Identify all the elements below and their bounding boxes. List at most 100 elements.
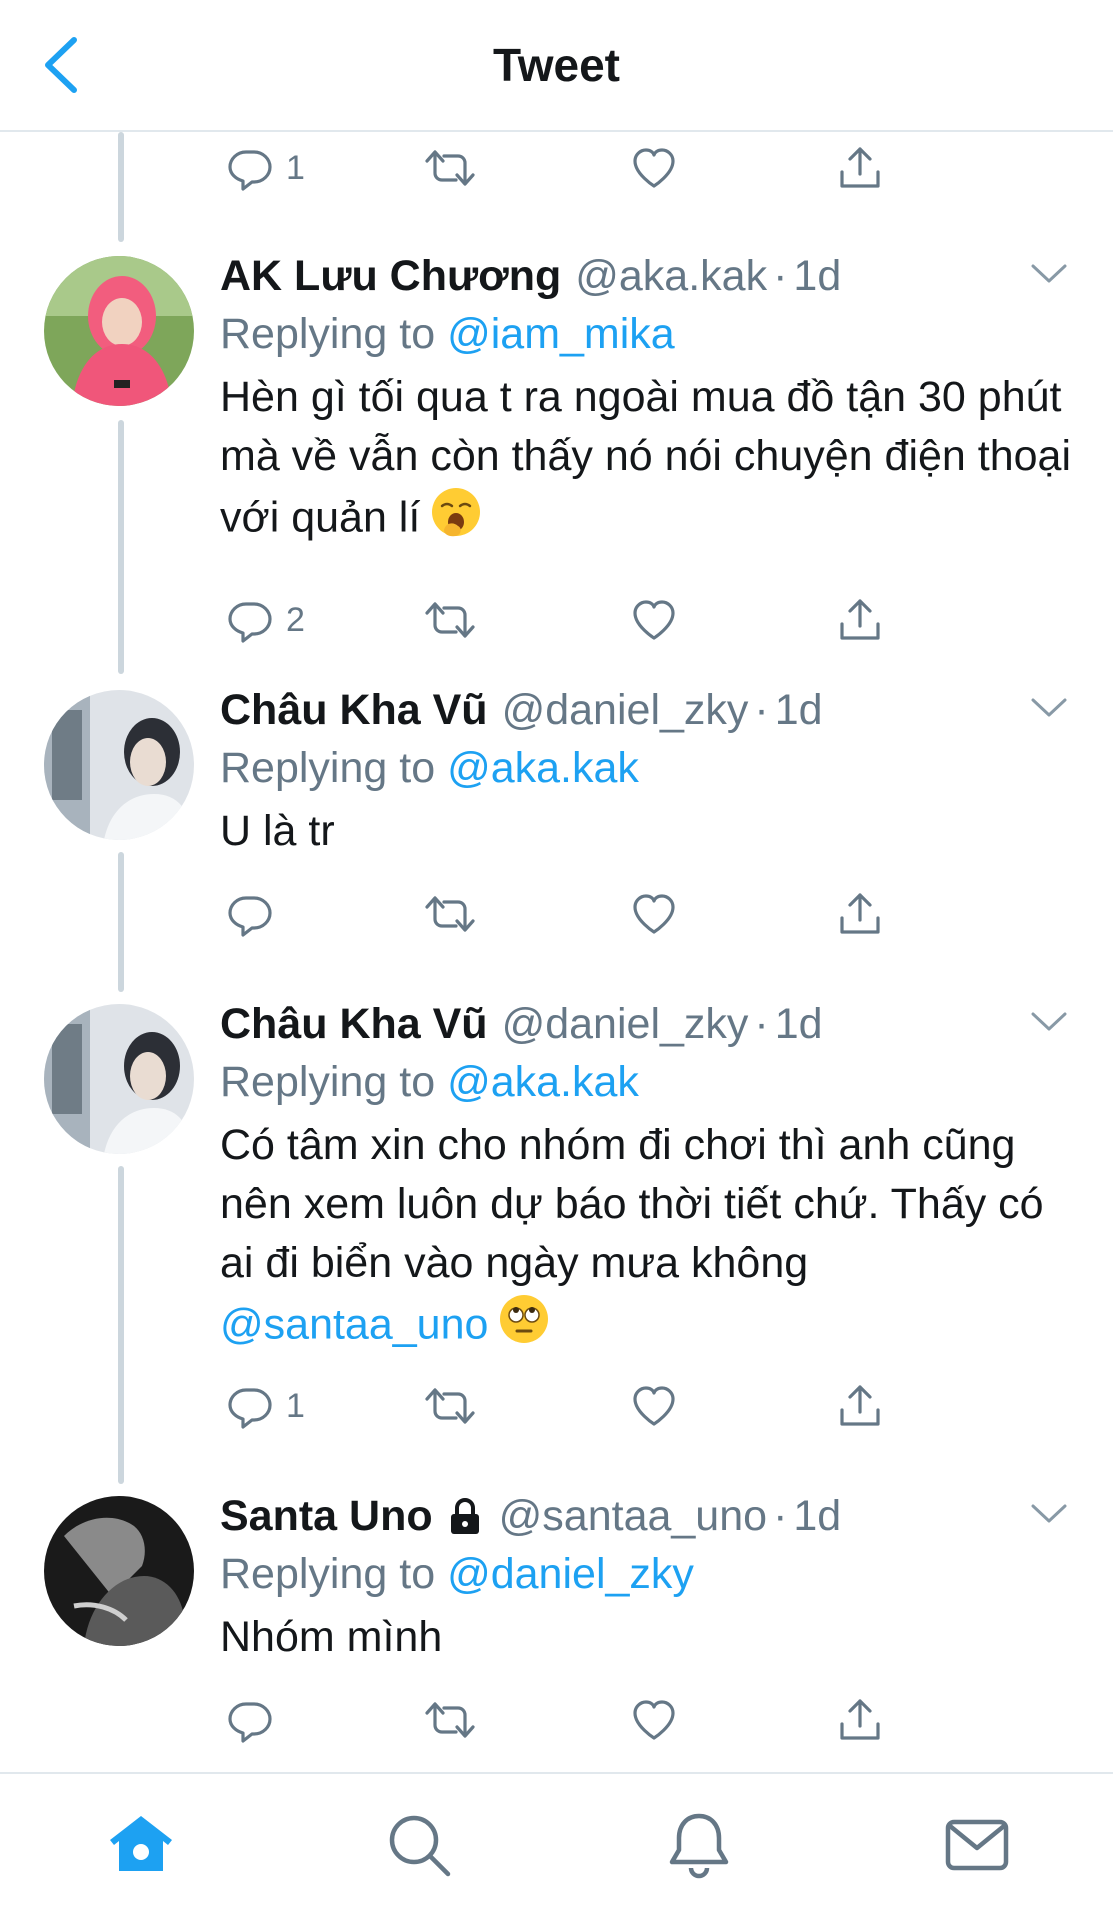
avatar-image: [44, 1496, 194, 1646]
display-name[interactable]: Châu Kha Vũ: [220, 686, 488, 735]
share-button[interactable]: [836, 590, 884, 650]
heart-icon: [630, 1382, 678, 1430]
like-button[interactable]: [630, 884, 678, 944]
like-button[interactable]: [630, 138, 678, 198]
home-icon: [110, 1816, 172, 1871]
share-button[interactable]: [836, 1376, 884, 1436]
avatar[interactable]: [44, 1496, 194, 1646]
retweet-button[interactable]: [422, 590, 478, 650]
timestamp: 1d: [774, 686, 823, 734]
share-button[interactable]: [836, 138, 884, 198]
share-icon: [836, 144, 884, 192]
avatar-image: [44, 256, 194, 406]
separator-dot: ·: [773, 1492, 788, 1540]
user-handle[interactable]: @aka.kak: [575, 252, 767, 301]
user-handle[interactable]: @daniel_zky: [502, 1000, 749, 1049]
chevron-down-icon[interactable]: [1029, 1010, 1069, 1034]
tweet-actions: [226, 1690, 926, 1750]
retweet-icon: [422, 1382, 478, 1430]
retweet-button[interactable]: [422, 884, 478, 944]
reply-button[interactable]: 1: [226, 1376, 305, 1436]
tweet-actions: 2: [226, 590, 926, 650]
avatar[interactable]: [44, 1004, 194, 1154]
bottom-tab-bar: [0, 1772, 1113, 1922]
face-with-rolling-eyes-emoji: [498, 1293, 550, 1361]
tweet-text: Hèn gì tối qua t ra ngoài mua đồ tận 30 …: [220, 368, 1073, 554]
tweet-header: Châu Kha Vũ @daniel_zky · 1d: [220, 686, 1053, 744]
thread-line: [118, 420, 124, 674]
thread-line: [118, 1166, 124, 1484]
reply-button[interactable]: 2: [226, 590, 305, 650]
share-button[interactable]: [836, 884, 884, 944]
page-title: Tweet: [493, 39, 620, 91]
reply-button[interactable]: [226, 1690, 286, 1750]
replying-to-mention[interactable]: @iam_mika: [447, 310, 675, 358]
share-icon: [836, 1696, 884, 1744]
lock-icon: [445, 1496, 485, 1547]
retweet-icon: [422, 596, 478, 644]
display-name[interactable]: Santa Uno: [220, 1492, 433, 1541]
retweet-button[interactable]: [422, 1376, 478, 1436]
tweet-header: Santa Uno @santaa_uno · 1d: [220, 1492, 1053, 1550]
tweet-actions: 1: [226, 138, 926, 198]
tweet-text-content: Hèn gì tối qua t ra ngoài mua đồ tận 30 …: [220, 373, 1072, 542]
reply-count: 1: [286, 148, 305, 187]
chevron-down-icon[interactable]: [1029, 1502, 1069, 1526]
replying-to-mention[interactable]: @aka.kak: [447, 744, 639, 792]
replying-to: Replying to @daniel_zky: [220, 1550, 694, 1599]
retweet-button[interactable]: [422, 1690, 478, 1750]
chevron-down-icon[interactable]: [1029, 262, 1069, 286]
separator-dot: ·: [754, 686, 769, 734]
heart-icon: [630, 890, 678, 938]
timestamp: 1d: [774, 1000, 823, 1048]
share-icon: [836, 596, 884, 644]
reply-button[interactable]: 1: [226, 138, 305, 198]
retweet-icon: [422, 1696, 478, 1744]
user-handle[interactable]: @daniel_zky: [502, 686, 749, 735]
like-button[interactable]: [630, 590, 678, 650]
reply-icon: [226, 1382, 274, 1430]
heart-icon: [630, 144, 678, 192]
tweet-actions: [226, 884, 926, 944]
avatar[interactable]: [44, 256, 194, 406]
reply-button[interactable]: [226, 884, 286, 944]
share-button[interactable]: [836, 1690, 884, 1750]
tab-messages[interactable]: [942, 1810, 1012, 1880]
reply-count: 1: [286, 1386, 305, 1425]
heart-icon: [630, 1696, 678, 1744]
replying-to-mention[interactable]: @aka.kak: [447, 1058, 639, 1106]
replying-to-label: Replying to: [220, 310, 448, 358]
tweet-mention[interactable]: @santaa_uno: [220, 1300, 488, 1348]
avatar[interactable]: [44, 690, 194, 840]
replying-to: Replying to @aka.kak: [220, 1058, 639, 1107]
tweet-text: Có tâm xin cho nhóm đi chơi thì anh cũng…: [220, 1116, 1073, 1361]
tweet-text-content: Nhóm mình: [220, 1613, 443, 1661]
replying-to-mention[interactable]: @daniel_zky: [447, 1550, 694, 1598]
display-name[interactable]: Châu Kha Vũ: [220, 1000, 488, 1049]
tweet-header: AK Lưu Chương @aka.kak · 1d: [220, 252, 1053, 310]
replying-to: Replying to @aka.kak: [220, 744, 639, 793]
reply-icon: [226, 1696, 274, 1744]
tab-home[interactable]: [106, 1810, 176, 1880]
thread-line: [118, 852, 124, 992]
replying-to-label: Replying to: [220, 1058, 448, 1106]
reply-count: 2: [286, 600, 305, 639]
tweet-text-content: U là tr: [220, 807, 335, 855]
replying-to: Replying to @iam_mika: [220, 310, 675, 359]
tab-search[interactable]: [384, 1810, 454, 1880]
search-icon: [389, 1815, 451, 1877]
timestamp: 1d: [793, 1492, 842, 1540]
user-handle[interactable]: @santaa_uno: [499, 1492, 767, 1541]
display-name[interactable]: AK Lưu Chương: [220, 252, 561, 301]
tweet-text: Nhóm mình: [220, 1608, 1073, 1667]
notifications-icon: [669, 1813, 729, 1879]
chevron-down-icon[interactable]: [1029, 696, 1069, 720]
retweet-button[interactable]: [422, 138, 478, 198]
tab-notifications[interactable]: [664, 1810, 734, 1880]
like-button[interactable]: [630, 1690, 678, 1750]
messages-icon: [945, 1819, 1009, 1871]
separator-dot: ·: [773, 252, 788, 300]
tweet-text-content: Có tâm xin cho nhóm đi chơi thì anh cũng…: [220, 1121, 1044, 1287]
share-icon: [836, 890, 884, 938]
like-button[interactable]: [630, 1376, 678, 1436]
